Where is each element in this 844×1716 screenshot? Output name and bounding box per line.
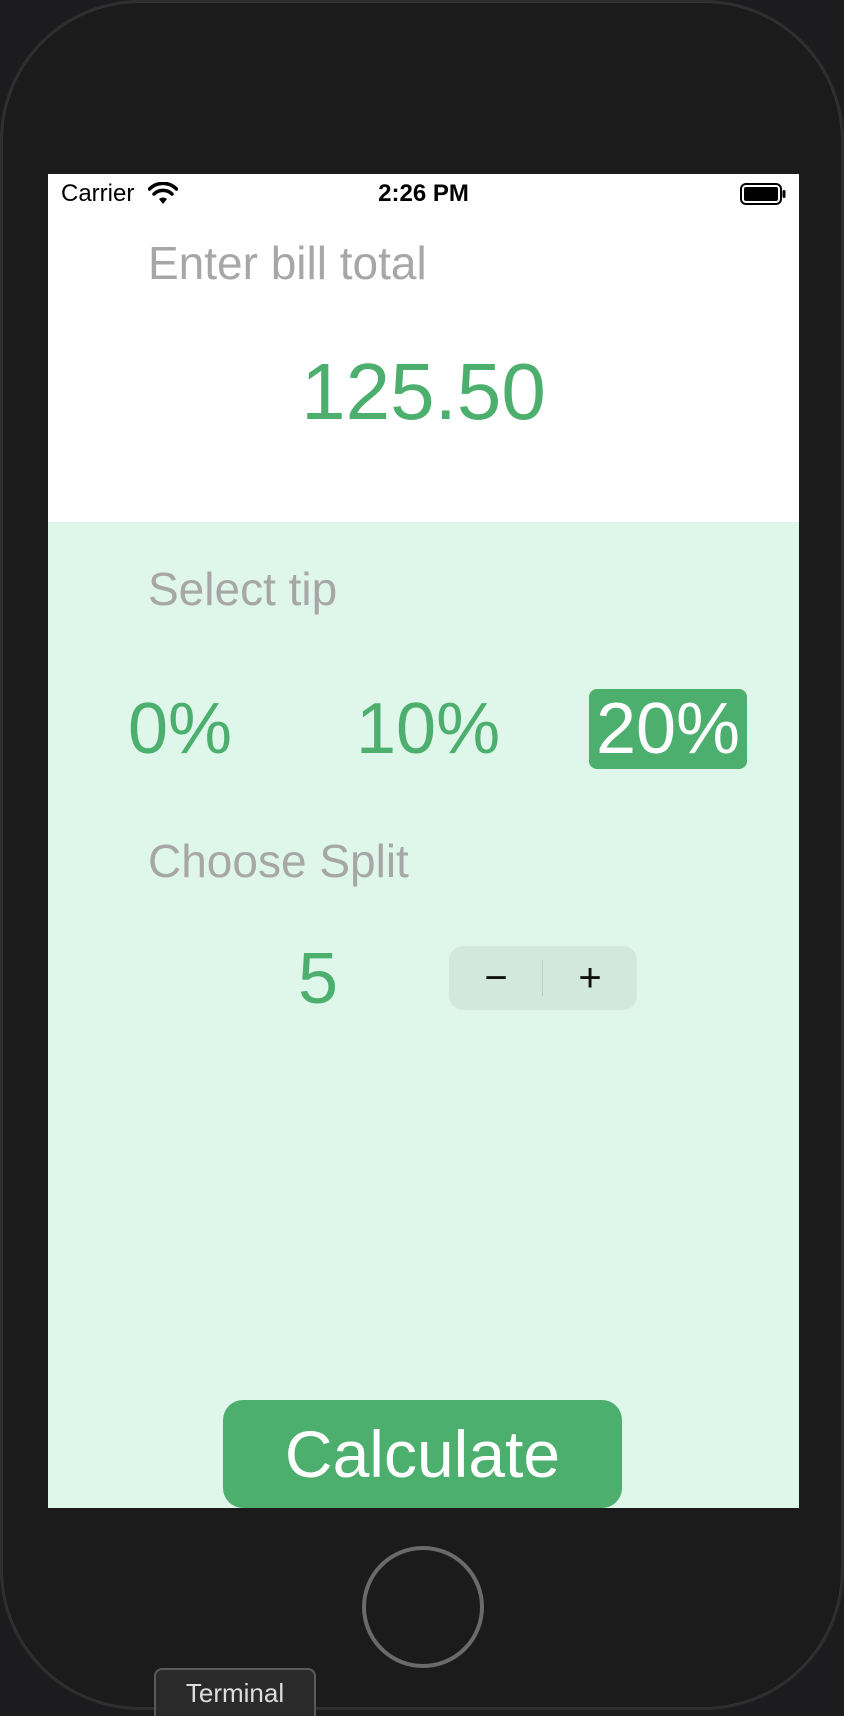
status-bar: Carrier 2:26 PM: [48, 174, 799, 214]
bill-total-label: Enter bill total: [148, 237, 427, 289]
select-tip-label: Select tip: [148, 563, 338, 615]
home-button[interactable]: [362, 1546, 484, 1668]
stepper-minus-button[interactable]: −: [449, 946, 543, 1010]
battery-icon: [740, 183, 786, 205]
tip-0-button[interactable]: 0%: [128, 689, 232, 769]
calculate-button[interactable]: Calculate: [223, 1400, 622, 1508]
split-count: 5: [297, 939, 339, 1019]
tip-10-button[interactable]: 10%: [356, 689, 500, 769]
choose-split-label: Choose Split: [148, 835, 409, 887]
status-time: 2:26 PM: [378, 180, 469, 207]
split-stepper[interactable]: − +: [449, 946, 637, 1010]
tip-20-button[interactable]: 20%: [589, 689, 747, 769]
bill-total-input[interactable]: 125.50: [48, 346, 799, 438]
app-screen: Carrier 2:26 PM Enter bill total 125.50 …: [48, 174, 799, 1508]
terminal-taskbar-item[interactable]: Terminal: [154, 1668, 316, 1716]
stepper-plus-button[interactable]: +: [543, 946, 637, 1010]
options-panel: Select tip 0% 10% 20% Choose Split 5 − +…: [48, 522, 799, 1508]
